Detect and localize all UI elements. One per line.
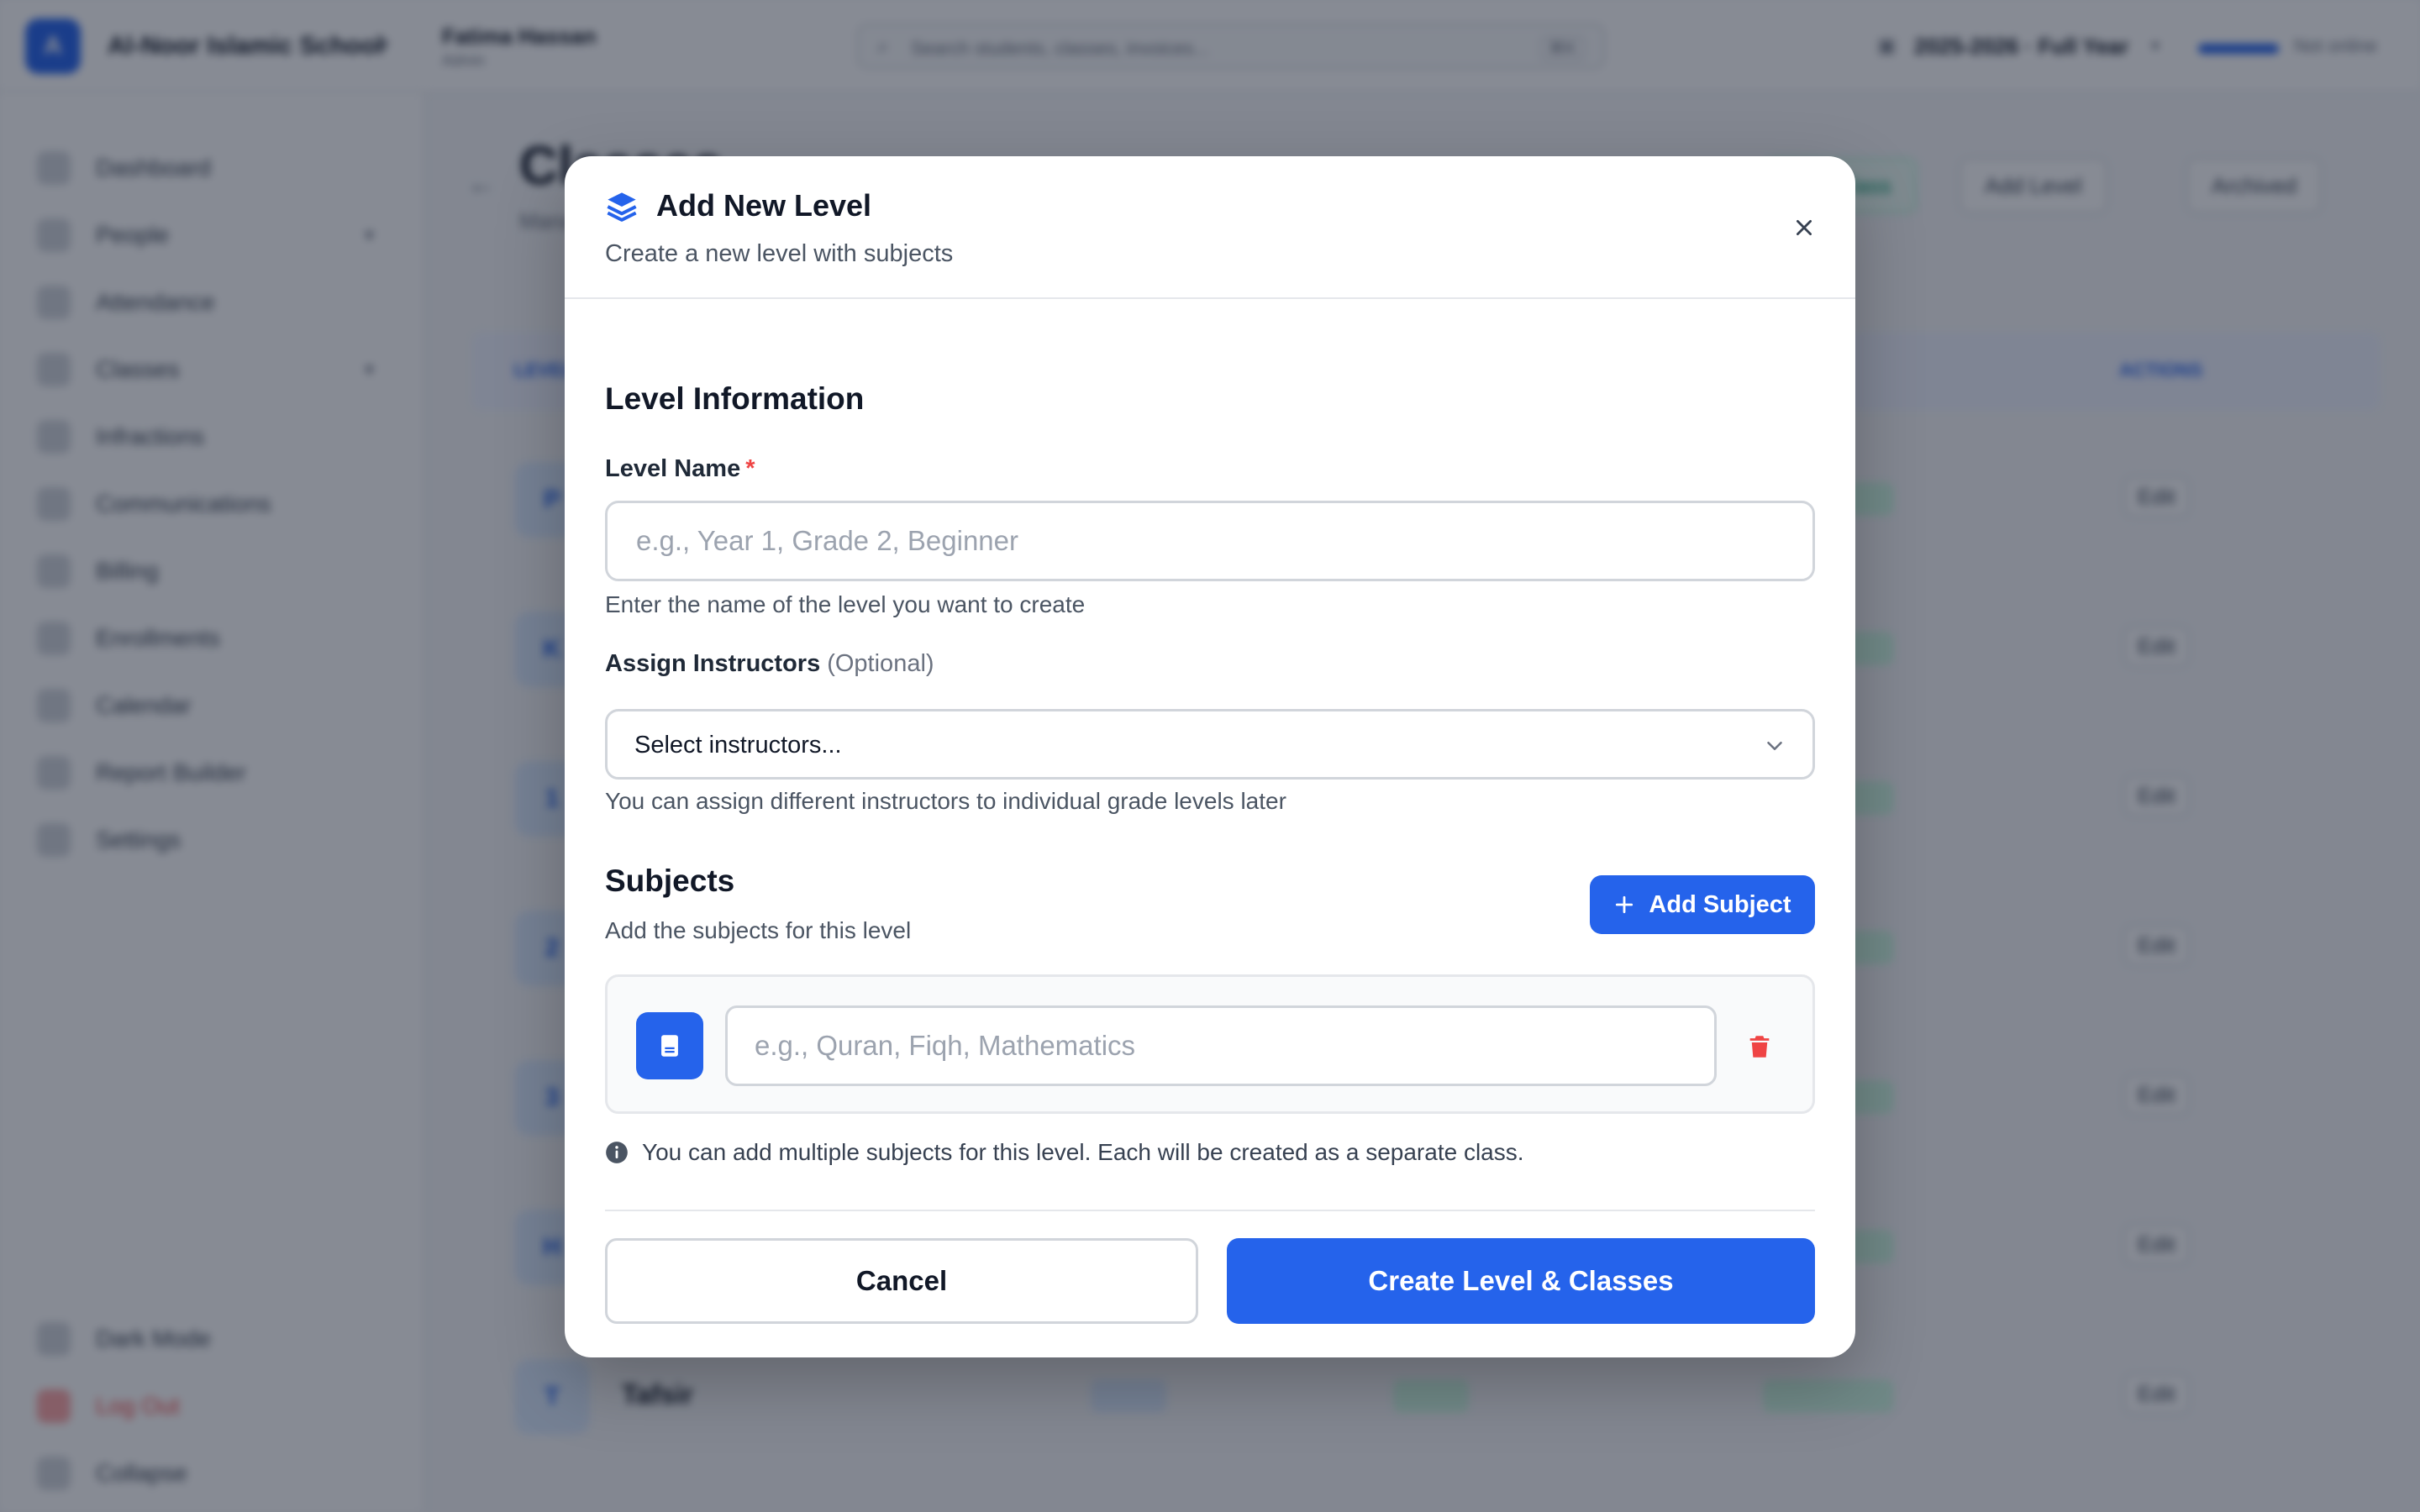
footer-divider [605, 1210, 1815, 1211]
close-button[interactable] [1785, 208, 1823, 247]
required-marker: * [745, 455, 755, 482]
book-icon-glyph [661, 1035, 678, 1057]
level-name-input[interactable] [605, 501, 1815, 581]
assign-instructors-label: Assign Instructors (Optional) [605, 650, 934, 678]
modal-subtitle: Create a new level with subjects [605, 240, 954, 267]
instructors-helper: You can assign different instructors to … [605, 788, 1286, 814]
assign-instructors-label-text: Assign Instructors [605, 650, 821, 677]
level-name-label: Level Name * [605, 455, 755, 483]
instructors-select[interactable]: Select instructors... [605, 709, 1815, 780]
trash-icon [1749, 1036, 1770, 1058]
level-name-label-text: Level Name [605, 455, 741, 482]
add-subject-button[interactable]: Add Subject [1590, 875, 1815, 934]
cancel-button[interactable]: Cancel [605, 1238, 1198, 1324]
add-subject-label: Add Subject [1649, 890, 1791, 918]
create-level-button[interactable]: Create Level & Classes [1227, 1238, 1815, 1324]
layers-icon [607, 192, 637, 222]
instructors-select-value: Select instructors... [634, 732, 842, 759]
subject-row [605, 974, 1815, 1114]
subjects-heading: Subjects [605, 864, 735, 898]
subjects-info-text: You can add multiple subjects for this l… [642, 1139, 1524, 1165]
modal-title: Add New Level [656, 188, 872, 223]
subjects-subheading: Add the subjects for this level [605, 917, 912, 943]
chevron-down-icon [1767, 742, 1782, 750]
optional-marker: (Optional) [827, 650, 934, 677]
modal-header: Add New Level Create a new level with su… [565, 156, 1855, 299]
add-level-modal: Add New Level Create a new level with su… [565, 156, 1855, 1357]
subject-name-input[interactable] [725, 1005, 1717, 1086]
subjects-info-note: You can add multiple subjects for this l… [605, 1139, 1524, 1166]
level-name-helper: Enter the name of the level you want to … [605, 591, 1086, 617]
delete-subject-button[interactable] [1740, 1027, 1779, 1066]
plus-icon [1616, 895, 1634, 914]
close-icon [1797, 220, 1812, 235]
level-information-heading: Level Information [605, 381, 865, 416]
book-icon [636, 1012, 703, 1079]
info-icon [606, 1142, 628, 1163]
